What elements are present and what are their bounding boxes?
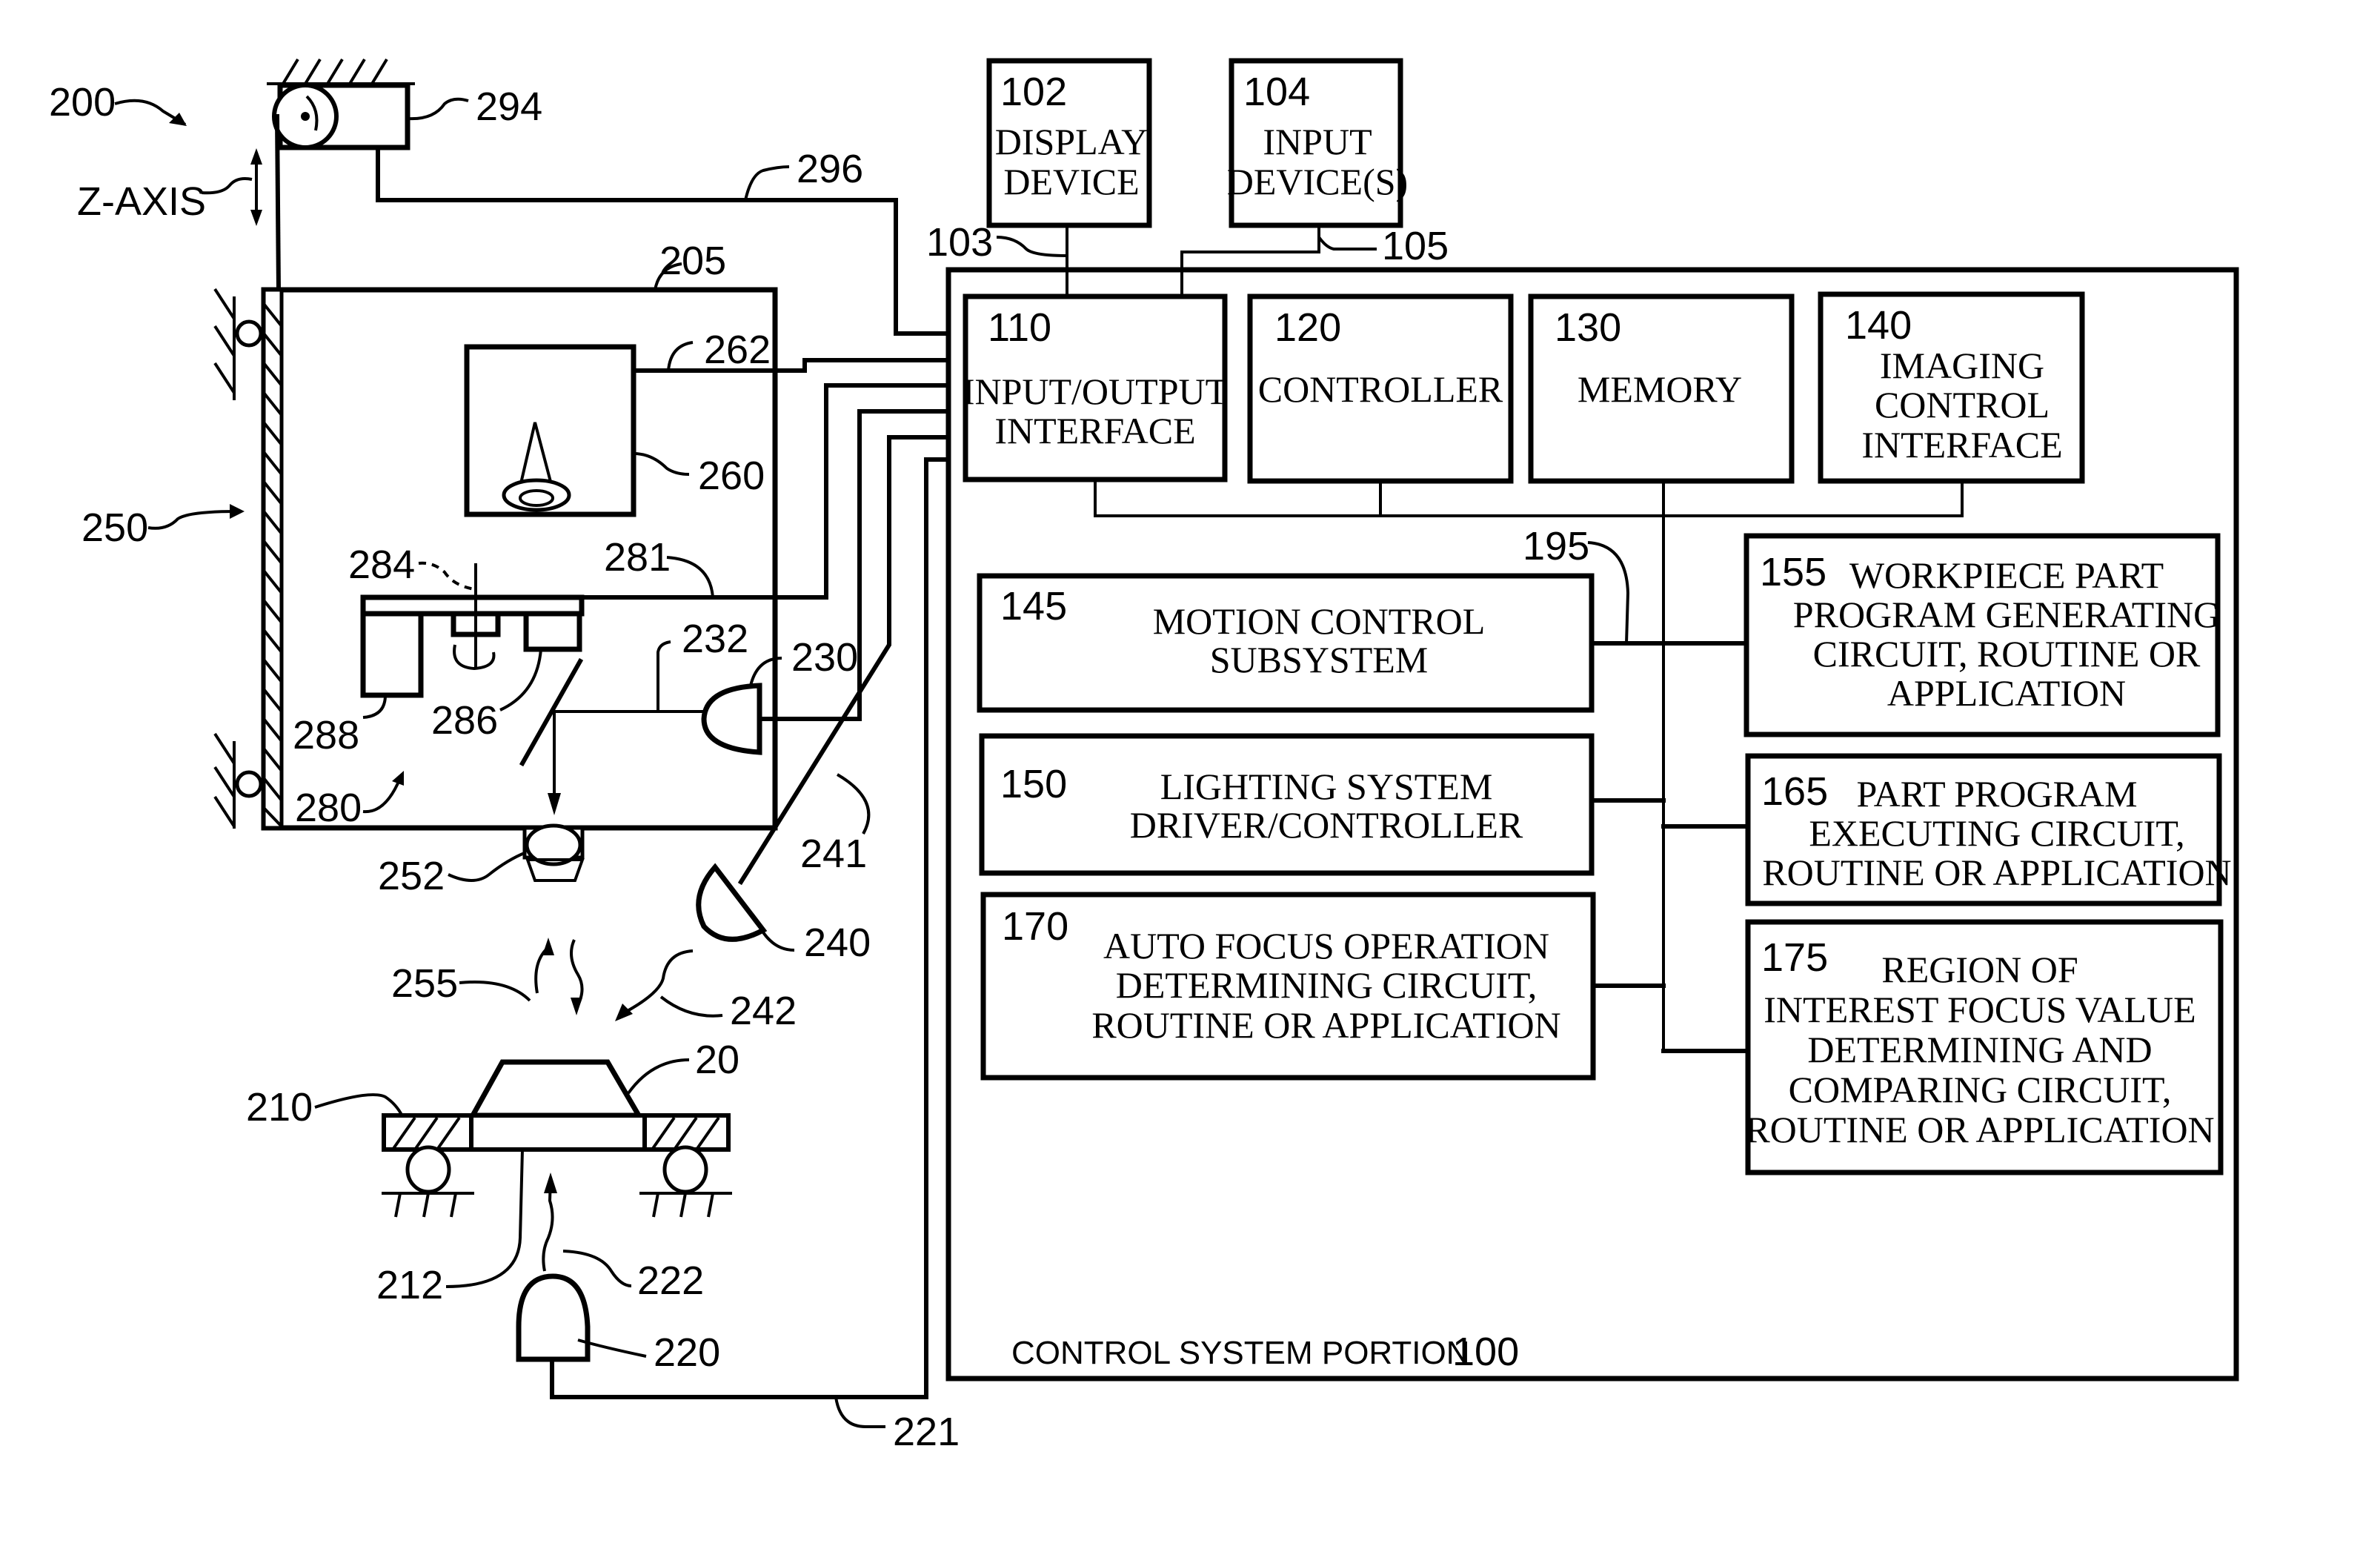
ref-252: 252 bbox=[378, 854, 445, 898]
block-label-line: ROUTINE OR APPLICATION bbox=[1091, 1004, 1560, 1046]
ref-240: 240 bbox=[804, 921, 871, 965]
vision-system: 200 294 Z-AXIS 296 205 250 260 262 281 2… bbox=[49, 58, 968, 1454]
block-label-line: ROUTINE OR APPLICATION bbox=[1745, 1109, 2214, 1150]
ref-165: 165 bbox=[1761, 769, 1828, 814]
ring-light-240 bbox=[696, 863, 768, 942]
control-system-portion: CONTROL SYSTEM PORTION 100 102 DISPLAY D… bbox=[926, 58, 2239, 1382]
leader-294 bbox=[407, 97, 469, 121]
block-label-line: CIRCUIT, ROUTINE OR bbox=[1813, 633, 2201, 674]
block-workpiece-part-program[interactable]: 155 WORKPIECE PART PROGRAM GENERATING CI… bbox=[1744, 533, 2221, 737]
ref-230: 230 bbox=[791, 635, 858, 680]
ref-205: 205 bbox=[659, 239, 726, 283]
block-label-line: MOTION CONTROL bbox=[1153, 600, 1486, 642]
ref-195: 195 bbox=[1523, 524, 1589, 568]
ref-104: 104 bbox=[1243, 70, 1310, 114]
block-label-line: DISPLAY bbox=[995, 121, 1149, 162]
ref-150: 150 bbox=[1000, 762, 1067, 806]
block-label-line: PART PROGRAM bbox=[1856, 773, 2137, 815]
ref-20: 20 bbox=[695, 1038, 739, 1082]
ref-130: 130 bbox=[1555, 305, 1621, 350]
leader-z-axis bbox=[201, 177, 253, 195]
block-input-devices[interactable]: 104 INPUT DEVICE(S) bbox=[1227, 58, 1408, 228]
control-system-label: CONTROL SYSTEM PORTION bbox=[1011, 1335, 1470, 1371]
block-motion-control[interactable]: 145 MOTION CONTROL SUBSYSTEM bbox=[977, 573, 1595, 713]
z-axis-label: Z-AXIS bbox=[77, 179, 206, 224]
ref-220: 220 bbox=[654, 1330, 720, 1375]
block-label-line: DETERMINING AND bbox=[1807, 1029, 2152, 1070]
ref-281: 281 bbox=[604, 535, 671, 580]
block-label-line: MEMORY bbox=[1578, 368, 1742, 410]
block-label-line: AUTO FOCUS OPERATION bbox=[1103, 925, 1549, 966]
ref-210: 210 bbox=[246, 1085, 313, 1130]
block-lighting-system[interactable]: 150 LIGHTING SYSTEM DRIVER/CONTROLLER bbox=[979, 733, 1595, 876]
ref-260: 260 bbox=[698, 454, 765, 498]
block-label-line: COMPARING CIRCUIT, bbox=[1789, 1069, 2172, 1110]
block-label-line: DRIVER/CONTROLLER bbox=[1130, 804, 1523, 846]
block-label-line: EXECUTING CIRCUIT, bbox=[1809, 812, 2184, 854]
block-imaging-control-interface[interactable]: 140 IMAGING CONTROL INTERFACE bbox=[1818, 291, 2085, 484]
ray-242 bbox=[625, 949, 694, 1013]
block-auto-focus[interactable]: 170 AUTO FOCUS OPERATION DETERMINING CIR… bbox=[980, 892, 1596, 1081]
ref-284: 284 bbox=[348, 543, 415, 587]
block-label-line: INTERFACE bbox=[1861, 424, 2062, 465]
block-roi-focus-value[interactable]: 175 REGION OF INTEREST FOCUS VALUE DETER… bbox=[1745, 919, 2224, 1175]
z-motor bbox=[267, 58, 415, 150]
ref-102: 102 bbox=[1000, 70, 1067, 114]
ref-262: 262 bbox=[704, 328, 771, 372]
ref-221: 221 bbox=[893, 1410, 960, 1454]
ref-200: 200 bbox=[49, 80, 116, 125]
block-label-line: INTERFACE bbox=[994, 410, 1195, 451]
block-label-line: PROGRAM GENERATING bbox=[1793, 594, 2220, 635]
block-label-line: DETERMINING CIRCUIT, bbox=[1116, 964, 1537, 1006]
ref-100: 100 bbox=[1452, 1330, 1519, 1374]
block-label-line: APPLICATION bbox=[1887, 672, 2126, 714]
block-label-line: CONTROLLER bbox=[1258, 368, 1503, 410]
block-io-interface[interactable]: 110 INPUT/OUTPUT INTERFACE bbox=[963, 293, 1228, 482]
objective-lens-252 bbox=[522, 823, 585, 882]
ref-286: 286 bbox=[431, 698, 498, 743]
block-label-line: DEVICE(S) bbox=[1227, 161, 1408, 202]
ref-280: 280 bbox=[295, 786, 362, 830]
block-label-line: ROUTINE OR APPLICATION bbox=[1762, 852, 2231, 893]
ref-255: 255 bbox=[391, 961, 458, 1006]
ref-250: 250 bbox=[82, 505, 148, 550]
ref-120: 120 bbox=[1274, 305, 1341, 350]
ref-140: 140 bbox=[1845, 303, 1912, 348]
ref-296: 296 bbox=[797, 147, 863, 191]
column-slide bbox=[213, 288, 284, 830]
ref-110: 110 bbox=[988, 305, 1051, 350]
block-memory[interactable]: 130 MEMORY bbox=[1528, 293, 1795, 484]
ref-155: 155 bbox=[1760, 550, 1826, 594]
block-label-line: WORKPIECE PART bbox=[1849, 554, 2164, 596]
block-label-line: INPUT/OUTPUT bbox=[963, 371, 1228, 412]
ref-103: 103 bbox=[926, 220, 993, 265]
ref-294: 294 bbox=[476, 84, 542, 129]
block-label-line: DEVICE bbox=[1003, 161, 1139, 202]
block-controller[interactable]: 120 CONTROLLER bbox=[1247, 293, 1514, 484]
block-label-line: INPUT bbox=[1263, 121, 1372, 162]
ref-170: 170 bbox=[1002, 904, 1068, 949]
patent-figure: 200 294 Z-AXIS 296 205 250 260 262 281 2… bbox=[49, 58, 2239, 1454]
ref-241: 241 bbox=[800, 832, 867, 876]
ref-175: 175 bbox=[1761, 935, 1828, 980]
block-label-line: CONTROL bbox=[1875, 384, 2050, 425]
block-label-line: LIGHTING SYSTEM bbox=[1160, 766, 1493, 807]
block-label-line: REGION OF bbox=[1881, 949, 2078, 990]
ref-222: 222 bbox=[637, 1258, 704, 1303]
ref-288: 288 bbox=[293, 713, 359, 757]
ref-232: 232 bbox=[682, 617, 748, 661]
block-label-line: IMAGING bbox=[1880, 345, 2044, 386]
block-label-line: SUBSYSTEM bbox=[1210, 639, 1429, 680]
ref-212: 212 bbox=[376, 1263, 443, 1307]
block-part-program-executing[interactable]: 165 PART PROGRAM EXECUTING CIRCUIT, ROUT… bbox=[1745, 753, 2232, 906]
ref-145: 145 bbox=[1000, 584, 1067, 628]
block-display-device[interactable]: 102 DISPLAY DEVICE bbox=[986, 58, 1152, 228]
workpiece-20 bbox=[468, 1059, 644, 1118]
ref-105: 105 bbox=[1382, 224, 1449, 268]
stage-light-220 bbox=[516, 1273, 591, 1362]
ref-242: 242 bbox=[730, 989, 797, 1033]
block-label-line: INTEREST FOCUS VALUE bbox=[1764, 989, 2195, 1030]
stage-210 bbox=[382, 1113, 732, 1218]
